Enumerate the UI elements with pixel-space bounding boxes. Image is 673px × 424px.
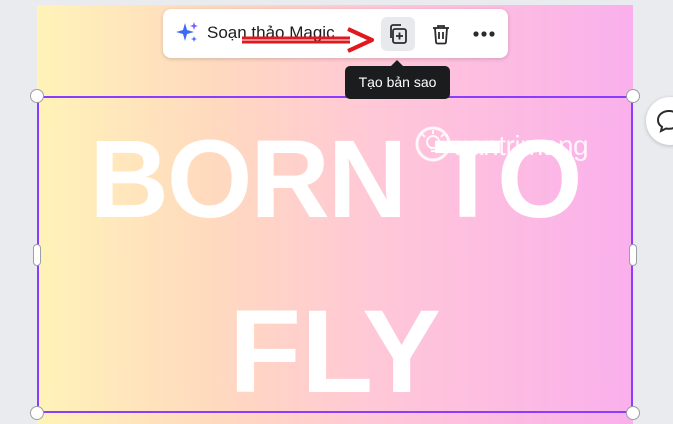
resize-handle-top-left[interactable] [30,89,44,103]
duplicate-button[interactable] [381,17,415,51]
more-options-button[interactable] [467,17,501,51]
duplicate-tooltip: Tạo bản sao [345,60,450,99]
resize-handle-right[interactable] [629,244,637,266]
resize-handle-left[interactable] [33,244,41,266]
resize-handle-top-right[interactable] [626,89,640,103]
comment-icon [656,109,673,133]
selection-box [37,96,633,413]
magic-sparkle-icon [176,22,198,42]
resize-handle-bottom-right[interactable] [626,406,640,420]
resize-handle-bottom-left[interactable] [30,406,44,420]
delete-button[interactable] [424,17,458,51]
more-horizontal-icon [473,31,495,37]
annotation-arrow [242,27,374,53]
trash-icon [433,25,449,45]
duplicate-icon [390,24,407,44]
add-comment-button[interactable] [646,97,673,145]
